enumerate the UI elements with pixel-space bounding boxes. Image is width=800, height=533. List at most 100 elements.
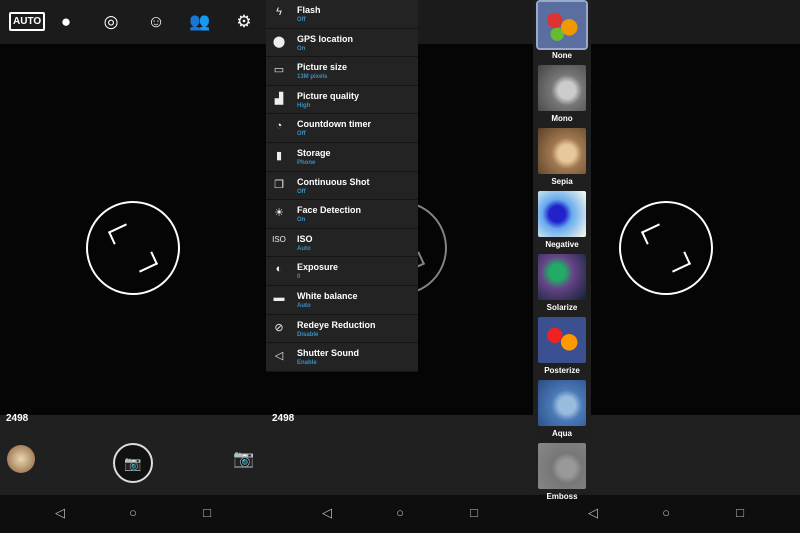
menu-item-gps[interactable]: ⬤ GPS location On [266, 29, 418, 58]
menu-item-redeye-reduction[interactable]: ⊘ Redeye Reduction Disable [266, 315, 418, 344]
face-beauty-icon[interactable]: 👥 [187, 12, 213, 32]
camera-panel-main: AUTO ● ◎ ☺ 👥 ⚙ 📷 📷 2498 ◁ ○ □ [0, 0, 267, 533]
settings-icon[interactable]: ⚙ [231, 12, 257, 32]
sound-icon: ◁ [274, 350, 284, 363]
menu-item-face-detection[interactable]: ☀ Face Detection On [266, 200, 418, 229]
back-icon[interactable]: ◁ [317, 505, 337, 521]
filter-thumbnail [538, 443, 586, 489]
focus-ring [86, 201, 180, 295]
continuous-shot-icon: ❐ [274, 178, 284, 191]
filter-label: Solarize [546, 303, 578, 312]
storage-icon: ▮ [275, 149, 283, 162]
item-value: 13M pixels [297, 74, 328, 81]
color-effects-icon[interactable]: ● [53, 12, 79, 32]
bottom-bar: 📷 📷 [0, 415, 267, 495]
location-icon: ⬤ [272, 35, 286, 48]
filter-label: None [552, 51, 572, 60]
white-balance-icon: ▬ [273, 291, 285, 304]
item-value: Off [297, 131, 306, 138]
menu-item-exposure[interactable]: ◐ Exposure 0 [266, 257, 418, 286]
filter-mono[interactable]: Mono [533, 63, 591, 126]
remaining-shots: 2498 [272, 413, 295, 424]
filter-label: Emboss [546, 492, 578, 501]
filter-thumbnail [538, 128, 586, 174]
back-icon[interactable]: ◁ [583, 505, 603, 521]
menu-item-shutter-sound[interactable]: ◁ Shutter Sound Enable [266, 343, 418, 372]
item-title: Face Detection [297, 205, 362, 216]
filter-thumbnail [538, 380, 586, 426]
filter-label: Aqua [552, 429, 572, 438]
item-title: Exposure [297, 262, 339, 273]
item-title: Continuous Shot [297, 176, 370, 187]
filter-emboss[interactable]: Emboss [533, 441, 591, 504]
filter-thumbnail [538, 254, 586, 300]
item-title: Countdown timer [297, 119, 371, 130]
nav-bar: ◁ ○ □ [267, 495, 534, 533]
item-title: Picture quality [297, 90, 360, 101]
menu-item-storage[interactable]: ▮ Storage Phone [266, 143, 418, 172]
gallery-thumbnail[interactable] [7, 445, 35, 473]
flash-icon: ϟ [276, 6, 282, 18]
shutter-button[interactable]: 📷 [113, 443, 153, 483]
item-title: GPS location [297, 33, 354, 44]
filter-thumbnail [538, 65, 586, 111]
back-icon[interactable]: ◁ [50, 505, 70, 521]
item-title: Redeye Reduction [297, 319, 376, 330]
item-value: Off [297, 188, 306, 195]
filter-thumbnail [536, 0, 588, 50]
filter-thumbnail [538, 317, 586, 363]
filter-thumbnail [538, 191, 586, 237]
filter-label: Negative [545, 240, 579, 249]
menu-item-continuous-shot[interactable]: ❐ Continuous Shot Off [266, 172, 418, 201]
filter-sepia[interactable]: Sepia [533, 126, 591, 189]
item-value: On [297, 217, 306, 224]
scene-mode-icon[interactable]: ☺ [143, 12, 169, 32]
switch-camera-icon[interactable]: ◎ [98, 12, 124, 32]
filter-label: Mono [551, 114, 573, 123]
item-title: ISO [297, 233, 313, 244]
item-title: White balance [297, 290, 358, 301]
filter-strip[interactable]: None Mono Sepia Negative Solarize Poster… [533, 0, 591, 501]
item-title: Shutter Sound [297, 348, 359, 359]
menu-item-picture-quality[interactable]: ▟ Picture quality High [266, 86, 418, 115]
menu-item-iso[interactable]: ISO ISO Auto [266, 229, 418, 258]
item-value: Disable [297, 331, 319, 338]
item-value: High [297, 102, 311, 109]
recents-icon[interactable]: □ [730, 505, 750, 520]
item-value: Off [297, 17, 306, 23]
iso-icon: ISO [272, 234, 286, 244]
home-icon[interactable]: ○ [390, 505, 410, 520]
menu-item-countdown-timer[interactable]: ◔ Countdown timer Off [266, 114, 418, 143]
item-title: Storage [297, 147, 331, 158]
item-value: Phone [297, 159, 316, 166]
filter-solarize[interactable]: Solarize [533, 252, 591, 315]
face-detection-icon: ☀ [274, 207, 284, 220]
filter-label: Sepia [551, 177, 573, 186]
filter-posterize[interactable]: Posterize [533, 315, 591, 378]
home-icon[interactable]: ○ [123, 505, 143, 520]
home-icon[interactable]: ○ [656, 505, 676, 520]
menu-item-white-balance[interactable]: ▬ White balance Auto [266, 286, 418, 315]
menu-item-picture-size[interactable]: ▭ Picture size 13M pixels [266, 57, 418, 86]
item-title: Flash [297, 5, 321, 15]
auto-mode-button[interactable]: AUTO [9, 12, 46, 31]
remaining-shots: 2498 [6, 413, 29, 424]
camera-mode-icon[interactable]: 📷 [233, 449, 254, 469]
recents-icon[interactable]: □ [197, 505, 217, 520]
quality-icon: ▟ [274, 92, 284, 105]
item-value: Auto [297, 245, 311, 252]
exposure-icon: ◐ [275, 263, 283, 276]
item-value: On [297, 45, 306, 52]
settings-menu: ϟ Flash Off ⬤ GPS location On ▭ Picture size 1… [266, 0, 418, 372]
redeye-icon: ⊘ [274, 321, 284, 334]
menu-item-flash[interactable]: ϟ Flash Off [266, 0, 418, 29]
recents-icon[interactable]: □ [464, 505, 484, 520]
nav-bar: ◁ ○ □ [0, 495, 267, 533]
item-title: Picture size [297, 62, 348, 73]
filter-aqua[interactable]: Aqua [533, 378, 591, 441]
filter-negative[interactable]: Negative [533, 189, 591, 252]
filter-none[interactable]: None [533, 0, 591, 63]
item-value: Auto [297, 302, 311, 309]
top-toolbar: AUTO ● ◎ ☺ 👥 ⚙ [0, 0, 267, 44]
item-value: Enable [297, 360, 317, 367]
